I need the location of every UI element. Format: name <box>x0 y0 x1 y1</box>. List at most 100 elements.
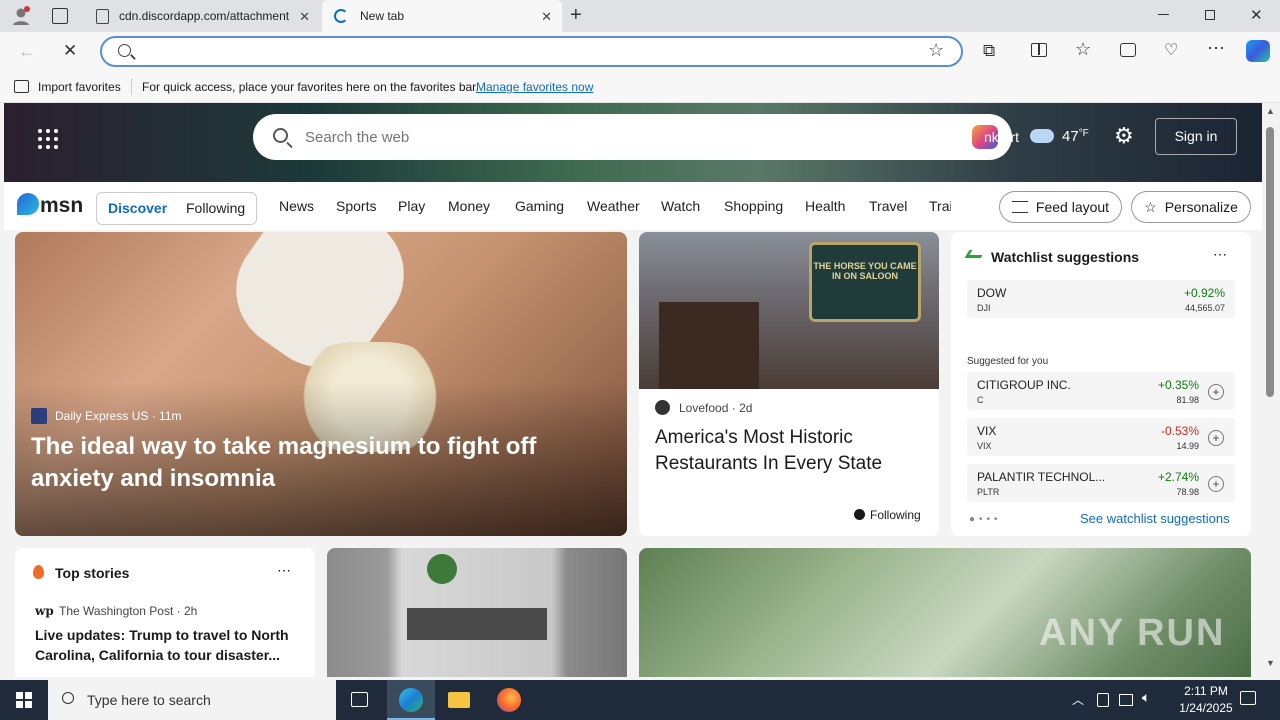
watchlist-row-citi[interactable]: CITIGROUP INC. C +0.35% 81.98 <box>967 372 1235 410</box>
following-label[interactable]: Following <box>870 508 921 522</box>
main-story-title[interactable]: The ideal way to take magnesium to fight… <box>31 431 616 495</box>
msn-logo-icon[interactable] <box>17 193 39 215</box>
close-tab-icon[interactable]: ✕ <box>541 9 552 25</box>
nav-play[interactable]: Play <box>398 198 425 214</box>
stock-price: 78.98 <box>1176 487 1199 497</box>
import-favorites-button[interactable]: Import favorites <box>38 80 121 94</box>
personalize-icon: ☆ <box>1144 198 1157 215</box>
wapo-logo-icon: wp <box>35 604 54 618</box>
nav-gaming[interactable]: Gaming <box>515 198 564 214</box>
collections-icon[interactable] <box>1120 43 1136 57</box>
page-scrollbar[interactable]: ▲ ▼ <box>1262 103 1280 677</box>
weather-city[interactable]: nkfurt <box>984 129 1019 145</box>
add-stock-icon[interactable]: + <box>1208 430 1224 446</box>
main-story-card[interactable]: Daily Express US · 11m The ideal way to … <box>15 232 627 536</box>
nav-money[interactable]: Money <box>448 198 490 214</box>
manage-favorites-link[interactable]: Manage favorites now <box>476 80 593 94</box>
msn-new-tab-page: nkfurt 47°F ⚙ Sign in msn Discover Follo… <box>0 103 1262 677</box>
clock-date[interactable]: 1/24/2025 <box>1166 701 1246 715</box>
story-meta: Lovefood · 2d <box>679 401 753 415</box>
pager-dots[interactable]: ●••• <box>969 514 1002 525</box>
tab-discord[interactable]: cdn.discordapp.com/attachment ✕ <box>84 0 320 32</box>
see-watchlist-link[interactable]: See watchlist suggestions <box>1080 511 1230 526</box>
tray-chevron-icon[interactable]: ︿ <box>1072 691 1084 708</box>
network-icon[interactable] <box>1119 694 1133 706</box>
close-window-button[interactable]: ✕ <box>1250 6 1263 24</box>
web-search-input[interactable] <box>305 127 905 147</box>
weather-temp-value: 47 <box>1062 128 1079 145</box>
tab-following[interactable]: Following <box>186 200 245 216</box>
loading-icon <box>334 9 348 23</box>
msn-logo-text[interactable]: msn <box>40 194 83 218</box>
stop-loading-button[interactable]: ✕ <box>63 41 77 61</box>
personalize-button[interactable]: ☆ Personalize <box>1131 191 1251 223</box>
edge-taskbar-icon[interactable] <box>387 680 435 720</box>
close-tab-icon[interactable]: ✕ <box>299 9 310 25</box>
settings-gear-icon[interactable]: ⚙ <box>1114 123 1134 149</box>
browser-tab-bar: cdn.discordapp.com/attachment ✕ New tab … <box>0 0 1280 32</box>
clock-time[interactable]: 2:11 PM <box>1174 684 1238 698</box>
nav-traffic[interactable]: Trai <box>929 198 951 214</box>
tab-new-tab[interactable]: New tab ✕ <box>322 0 562 32</box>
favorites-icon[interactable]: ☆ <box>1075 39 1091 60</box>
feed-toggle: Discover Following <box>96 192 257 225</box>
add-favorite-star-icon[interactable]: ☆ <box>928 40 944 61</box>
volume-icon[interactable]: 🔈︎ <box>1142 689 1150 706</box>
scroll-thumb[interactable] <box>1266 127 1274 397</box>
copilot-icon[interactable] <box>1246 40 1270 62</box>
following-check-icon <box>854 509 865 520</box>
settings-more-icon[interactable]: ⋯ <box>1207 38 1225 59</box>
address-field[interactable]: ☆ <box>100 36 963 67</box>
watchlist-row-dow[interactable]: DOW DJI +0.92% 44,565.07 <box>967 280 1235 318</box>
nav-shopping[interactable]: Shopping <box>724 198 783 214</box>
nav-travel[interactable]: Travel <box>869 198 907 214</box>
second-story-card[interactable]: THE HORSE YOU CAME IN ON SALOON Lovefood… <box>639 232 939 536</box>
feed-layout-button[interactable]: Feed layout <box>999 191 1122 223</box>
garden-card[interactable]: ANY RUN <box>639 548 1251 677</box>
nav-news[interactable]: News <box>279 198 314 214</box>
table-image <box>407 608 547 640</box>
stock-name: PALANTIR TECHNOL... <box>977 470 1106 484</box>
task-view-icon[interactable] <box>351 692 368 707</box>
address-input[interactable] <box>148 42 868 62</box>
more-options-icon[interactable]: ⋯ <box>1213 246 1227 263</box>
minimize-button[interactable] <box>1158 14 1169 15</box>
web-search-box[interactable] <box>253 114 1012 160</box>
add-stock-icon[interactable]: + <box>1208 476 1224 492</box>
second-story-title[interactable]: America's Most Historic Restaurants In E… <box>655 425 925 477</box>
tab-actions-icon[interactable] <box>52 8 68 24</box>
nav-health[interactable]: Health <box>805 198 845 214</box>
taskbar-search-box[interactable]: Type here to search <box>48 680 336 720</box>
profile-icon[interactable] <box>10 5 32 27</box>
new-tab-button[interactable]: + <box>570 4 582 27</box>
sign-in-button[interactable]: Sign in <box>1155 118 1237 155</box>
nav-sports[interactable]: Sports <box>336 198 376 214</box>
firefox-icon[interactable] <box>497 688 521 712</box>
windows-start-icon[interactable] <box>16 692 32 708</box>
apps-launcher-icon[interactable] <box>38 129 58 149</box>
back-button[interactable]: ← <box>18 41 36 62</box>
scroll-down-icon[interactable]: ▼ <box>1266 658 1275 668</box>
extensions-icon[interactable]: ⧉ <box>983 41 995 61</box>
nav-weather[interactable]: Weather <box>587 198 640 214</box>
sliders-icon <box>1011 201 1028 213</box>
stock-change: -0.53% <box>1160 424 1199 438</box>
more-options-icon[interactable]: ⋯ <box>277 562 291 579</box>
split-screen-icon[interactable] <box>1031 43 1047 57</box>
stock-change: +0.92% <box>1183 286 1225 300</box>
weather-temp[interactable]: 47°F <box>1062 128 1089 145</box>
watchlist-row-pltr[interactable]: PALANTIR TECHNOL... PLTR +2.74% 78.98 <box>967 464 1235 502</box>
file-explorer-icon[interactable] <box>448 692 470 708</box>
browser-essentials-icon[interactable]: ♡ <box>1164 40 1178 60</box>
add-stock-icon[interactable]: + <box>1208 384 1224 400</box>
tray-device-icon[interactable] <box>1097 693 1109 707</box>
restore-button[interactable] <box>1205 10 1215 20</box>
tab-discover[interactable]: Discover <box>108 200 167 216</box>
notifications-icon[interactable] <box>1240 691 1256 705</box>
dining-room-card[interactable] <box>327 548 627 677</box>
watchlist-row-vix[interactable]: VIX VIX -0.53% 14.99 <box>967 418 1235 456</box>
scroll-up-icon[interactable]: ▲ <box>1266 106 1275 116</box>
address-toolbar: ← ✕ ☆ ⧉ ☆ ♡ ⋯ <box>0 32 1280 72</box>
top-story-headline[interactable]: Live updates: Trump to travel to North C… <box>35 625 300 665</box>
nav-watch[interactable]: Watch <box>661 198 700 214</box>
